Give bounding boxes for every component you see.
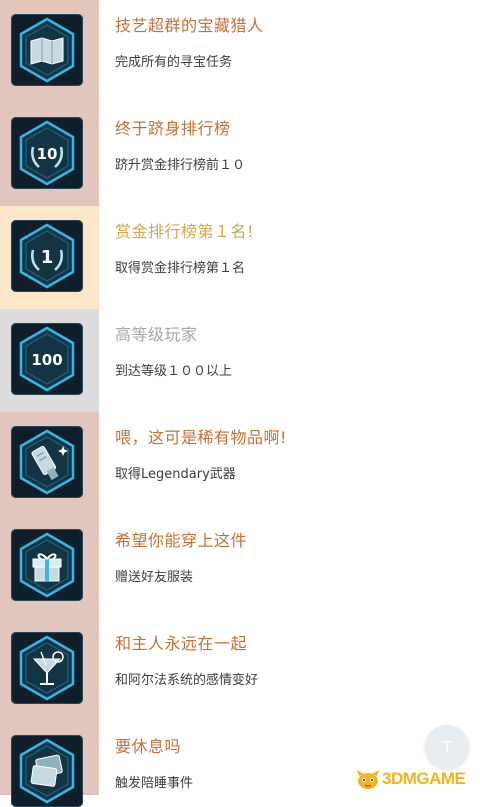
treasure-map-icon: [11, 14, 83, 86]
achievement-title: 和主人永远在一起: [115, 634, 248, 653]
achievement-row[interactable]: 喂，这可是稀有物品啊! 取得Legendary武器: [0, 412, 480, 515]
achievement-description: 到达等级１００以上: [115, 364, 233, 379]
laurel-1-icon: 1: [11, 220, 83, 292]
cocktail-glass-icon: [11, 632, 83, 704]
badge-number: 100: [31, 351, 62, 369]
mascot-icon: [357, 770, 379, 789]
level-100-icon: 100: [11, 323, 83, 395]
achievement-description: 取得赏金排行榜第１名: [115, 261, 246, 276]
achievement-description: 跻升赏金排行榜前１０: [115, 158, 246, 173]
gift-box-icon: [11, 529, 83, 601]
laurel-10-icon: 10: [11, 117, 83, 189]
achievement-row[interactable]: 1 赏金排行榜第１名! 取得赏金排行榜第１名: [0, 206, 480, 309]
achievement-description: 完成所有的寻宝任务: [115, 55, 233, 70]
achievement-description: 赠送好友服装: [115, 570, 194, 585]
achievement-title: 希望你能穿上这件: [115, 531, 248, 550]
floating-button-label: T: [442, 738, 452, 756]
cards-icon: [11, 735, 83, 807]
achievement-row[interactable]: 和主人永远在一起 和阿尔法系统的感情变好: [0, 618, 480, 721]
watermark-text: 3DMGAME: [382, 769, 466, 788]
badge-number: 10: [37, 145, 58, 163]
achievement-title: 高等级玩家: [115, 325, 198, 344]
achievement-title: 技艺超群的宝藏猎人: [115, 16, 264, 35]
achievement-list: 技艺超群的宝藏猎人 完成所有的寻宝任务 10 终于跻身排行榜 跻升赏金排行榜前１…: [0, 0, 480, 807]
floating-action-button[interactable]: T: [425, 725, 469, 769]
achievement-description: 和阿尔法系统的感情变好: [115, 673, 259, 688]
achievement-row[interactable]: 技艺超群的宝藏猎人 完成所有的寻宝任务: [0, 0, 480, 103]
achievement-row[interactable]: 希望你能穿上这件 赠送好友服装: [0, 515, 480, 618]
achievement-title: 喂，这可是稀有物品啊!: [115, 428, 287, 447]
legendary-gun-icon: [11, 426, 83, 498]
achievement-row[interactable]: 100 高等级玩家 到达等级１００以上: [0, 309, 480, 412]
achievement-title: 终于跻身排行榜: [115, 119, 231, 138]
achievement-description: 取得Legendary武器: [115, 467, 236, 482]
achievement-description: 触发陪睡事件: [115, 776, 194, 791]
achievement-title: 要休息吗: [115, 737, 182, 756]
badge-number: 1: [41, 247, 54, 268]
achievement-title: 赏金排行榜第１名!: [115, 222, 254, 241]
watermark: 3DMGAME: [355, 768, 466, 790]
achievement-row[interactable]: 10 终于跻身排行榜 跻升赏金排行榜前１０: [0, 103, 480, 206]
